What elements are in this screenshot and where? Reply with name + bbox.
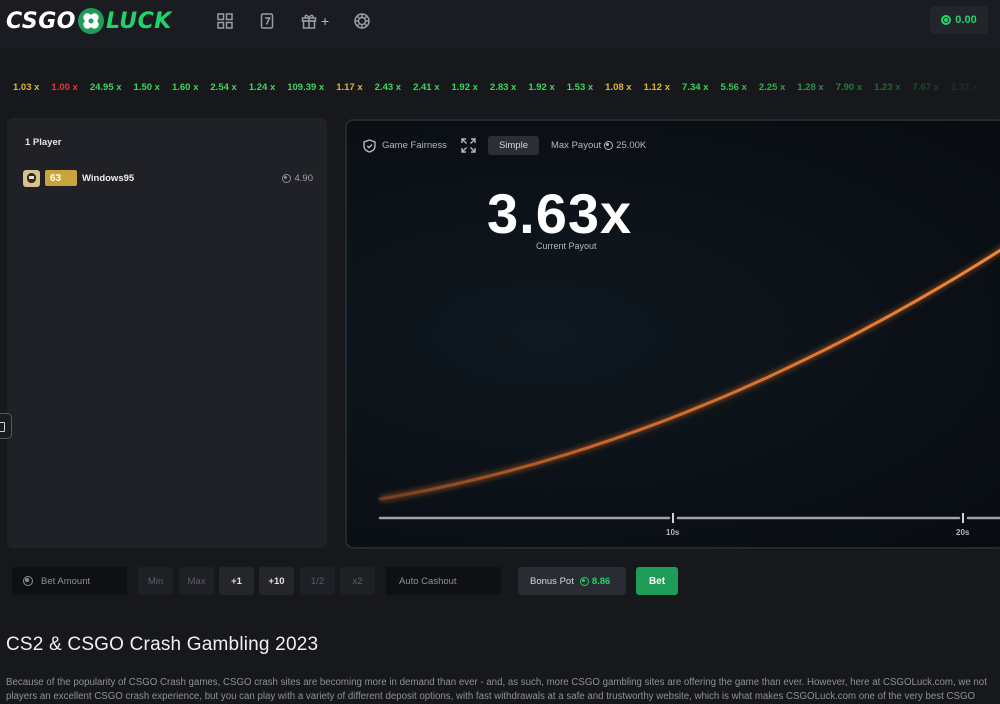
- crash-game-panel: Game Fairness Simple Max Payout 25.00K 3…: [345, 119, 1000, 549]
- history-multiplier[interactable]: 1.60 x: [172, 82, 198, 94]
- plus-ten-button[interactable]: +10: [259, 567, 294, 595]
- players-panel: 1 Player 63 Windows95 4.90: [7, 118, 327, 548]
- bonus-pot-value: 8.86: [591, 575, 611, 587]
- expand-icon[interactable]: [461, 138, 476, 153]
- player-level-badge: 63: [45, 170, 77, 186]
- history-multiplier[interactable]: 1.28 x: [797, 82, 823, 94]
- history-multiplier[interactable]: 1.03 x: [13, 82, 39, 94]
- casino-chip-icon[interactable]: [353, 10, 371, 32]
- history-multiplier[interactable]: 109.39 x: [287, 82, 324, 94]
- time-tick-label: 20s: [956, 528, 970, 537]
- site-logo[interactable]: CSGO LUCK: [6, 6, 172, 36]
- max-payout: Max Payout 25.00K: [551, 140, 646, 151]
- bonus-pot-amount: 8.86: [579, 575, 611, 587]
- history-multiplier[interactable]: 1.12 x: [644, 82, 670, 94]
- auto-cashout-input[interactable]: Auto Cashout: [386, 567, 501, 595]
- seven-icon[interactable]: [258, 10, 276, 32]
- article-line: Because of the popularity of CSGO Crash …: [6, 677, 987, 688]
- players-count: 1 Player: [25, 137, 62, 148]
- history-multiplier[interactable]: 1.23 x: [874, 82, 900, 94]
- clover-logo-icon: [77, 8, 104, 34]
- simple-mode-button[interactable]: Simple: [487, 136, 539, 155]
- double-bet-button[interactable]: x2: [340, 567, 375, 595]
- crash-history-strip: 1.03 x 1.00 x 24.95 x 1.50 x 1.60 x 2.54 x 1.2…: [13, 82, 1000, 94]
- max-bet-button[interactable]: Max: [179, 567, 214, 595]
- history-multiplier[interactable]: 1.92 x: [451, 82, 477, 94]
- player-bet-value: 4.90: [294, 172, 314, 184]
- crash-curve-chart: [378, 246, 1000, 523]
- history-multiplier[interactable]: 1.08 x: [605, 82, 631, 94]
- current-payout-label: Current Payout: [536, 241, 597, 251]
- balance-display[interactable]: 0.00: [930, 6, 988, 34]
- history-multiplier[interactable]: 1.92 x: [528, 82, 554, 94]
- history-multiplier[interactable]: 1.17 x: [336, 82, 362, 94]
- history-multiplier[interactable]: 1.53 x: [567, 82, 593, 94]
- main-nav: +: [216, 10, 395, 32]
- game-toolbar: Game Fairness Simple Max Payout 25.00K: [363, 136, 646, 155]
- bet-button[interactable]: Bet: [636, 567, 678, 595]
- player-row[interactable]: 63 Windows95 4.90: [23, 168, 313, 188]
- avatar: [23, 169, 40, 187]
- logo-text-right: LUCK: [105, 8, 172, 34]
- bonus-pot[interactable]: Bonus Pot 8.86: [518, 567, 626, 595]
- coin-icon: [941, 15, 952, 25]
- coin-icon: [281, 173, 291, 183]
- history-multiplier[interactable]: 2.43 x: [375, 82, 401, 94]
- history-multiplier[interactable]: 2.54 x: [210, 82, 236, 94]
- time-tick-label: 10s: [666, 528, 680, 537]
- grid-icon[interactable]: [216, 10, 234, 32]
- half-bet-button[interactable]: 1/2: [300, 567, 335, 595]
- bet-amount-input[interactable]: Bet Amount: [12, 567, 127, 595]
- article-line: players an excellent CSGO crash experien…: [6, 691, 976, 702]
- max-payout-label: Max Payout: [550, 140, 602, 151]
- shield-icon: [363, 138, 376, 153]
- gift-icon[interactable]: +: [300, 10, 329, 32]
- game-fairness-link[interactable]: Game Fairness: [382, 140, 447, 151]
- min-bet-button[interactable]: Min: [138, 567, 173, 595]
- history-multiplier[interactable]: 2.41 x: [413, 82, 439, 94]
- history-multiplier[interactable]: 5.56 x: [720, 82, 746, 94]
- crash-curve-glow: [379, 246, 1000, 503]
- player-bet: 4.90: [281, 172, 314, 184]
- logo-text-left: CSGO: [6, 8, 76, 34]
- history-multiplier[interactable]: 7.34 x: [682, 82, 708, 94]
- coin-icon: [579, 576, 589, 586]
- player-name: Windows95: [82, 172, 135, 184]
- current-multiplier: 3.63x: [487, 182, 633, 245]
- balance-value: 0.00: [955, 14, 977, 26]
- history-multiplier[interactable]: 1.00 x: [51, 82, 77, 94]
- history-multiplier[interactable]: 1.50 x: [134, 82, 160, 94]
- crash-curve-line: [378, 248, 1000, 501]
- history-multiplier[interactable]: 1.32 x: [951, 82, 977, 94]
- bet-amount-placeholder: Bet Amount: [41, 575, 91, 587]
- plus-one-button[interactable]: +1: [219, 567, 254, 595]
- max-payout-value: 25.00K: [616, 140, 647, 151]
- history-multiplier[interactable]: 2.25 x: [759, 82, 785, 94]
- history-multiplier[interactable]: 2.83 x: [490, 82, 516, 94]
- history-multiplier[interactable]: 1.24 x: [249, 82, 275, 94]
- history-multiplier[interactable]: 7.90 x: [836, 82, 862, 94]
- coin-icon: [604, 141, 614, 150]
- bonus-pot-label: Bonus Pot: [530, 575, 574, 587]
- article-title: CS2 & CSGO Crash Gambling 2023: [6, 634, 319, 655]
- chat-toggle-tab[interactable]: [0, 413, 12, 439]
- history-multiplier[interactable]: 24.95 x: [90, 82, 122, 94]
- gift-plus: +: [321, 13, 330, 29]
- coin-icon: [23, 576, 33, 586]
- history-multiplier[interactable]: 7.67 x: [913, 82, 939, 94]
- top-header: CSGO LUCK + 0.00: [0, 0, 1000, 48]
